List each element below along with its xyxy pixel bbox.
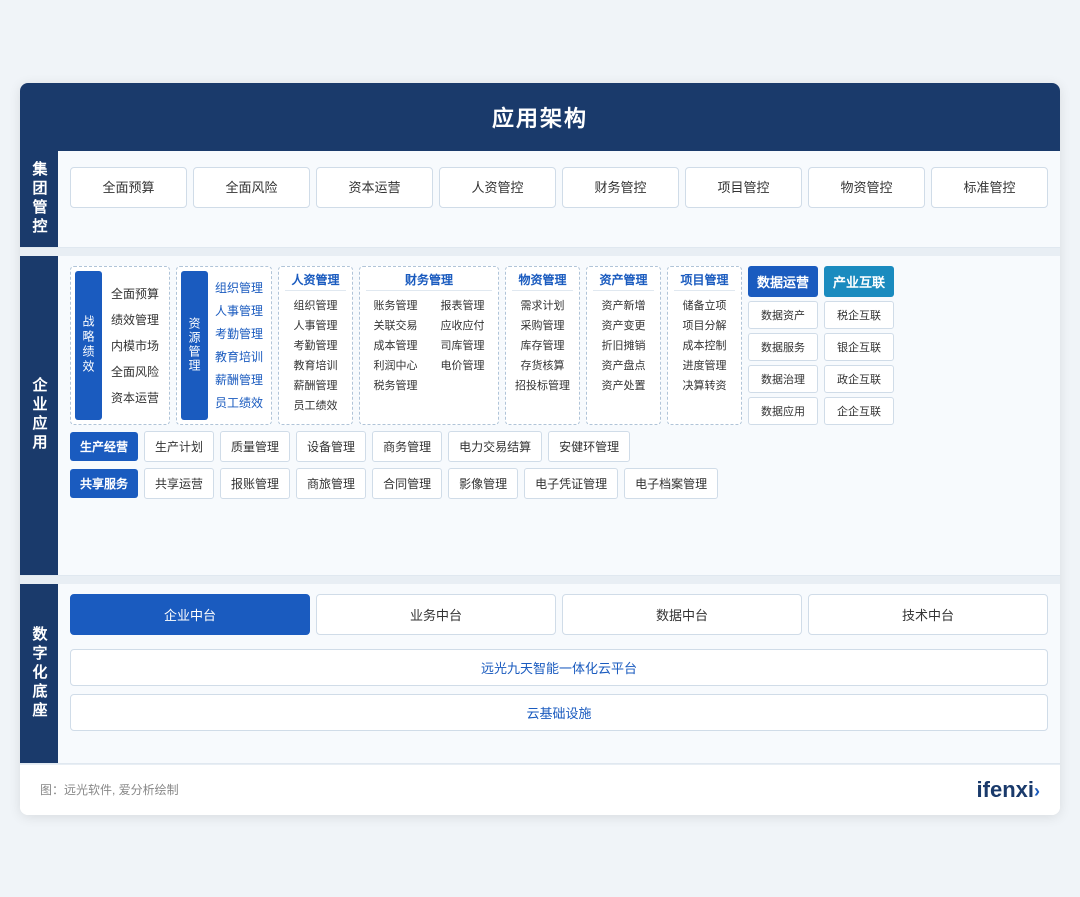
production-row: 生产经营 生产计划 质量管理 设备管理 商务管理 电力交易结算 安健环管理 — [70, 431, 1048, 462]
industry-item-3: 企企互联 — [824, 397, 894, 425]
data-ops-title: 数据运营 — [748, 266, 818, 297]
data-ops-item-1: 数据服务 — [748, 333, 818, 361]
footer: 图：远光软件, 爱分析绘制 ifenxi› — [20, 764, 1060, 815]
production-label: 生产经营 — [70, 432, 138, 461]
gc-item-3: 人资管控 — [439, 167, 556, 209]
industry-col: 产业互联 税企互联 银企互联 政企互联 企企互联 — [824, 266, 894, 425]
strategy-items: 全面预算 绩效管理 内模市场 全面风险 资本运营 — [105, 271, 165, 420]
resource-item-4: 薪酬管理 — [211, 369, 267, 390]
shared-item-0: 共享运营 — [144, 468, 214, 499]
strategy-item-0: 全面预算 — [105, 282, 165, 305]
platform-2: 数据中台 — [562, 594, 802, 635]
strategy-item-4: 资本运营 — [105, 386, 165, 409]
shared-item-2: 商旅管理 — [296, 468, 366, 499]
hr-item-2: 考勤管理 — [285, 335, 346, 355]
group-control-label: 集团管控 — [20, 151, 58, 247]
gc-item-5: 项目管控 — [685, 167, 802, 209]
hr-mgmt-col: 人资管理 组织管理 人事管理 考勤管理 教育培训 薪酬管理 员工绩效 — [278, 266, 353, 425]
shared-item-1: 报账管理 — [220, 468, 290, 499]
enterprise-content: 战略绩效 全面预算 绩效管理 内模市场 全面风险 资本运营 资源管理 组织管理 … — [58, 256, 1060, 575]
gc-item-2: 资本运营 — [316, 167, 433, 209]
strategy-item-3: 全面风险 — [105, 360, 165, 383]
resource-item-3: 教育培训 — [211, 346, 267, 367]
enterprise-section: 企业应用 战略绩效 全面预算 绩效管理 内模市场 全面风险 资本运营 — [20, 256, 1060, 576]
footer-credit: 图：远光软件, 爱分析绘制 — [40, 781, 179, 798]
digital-content: 企业中台 业务中台 数据中台 技术中台 远光九天智能一体化云平台 云基础设施 — [58, 584, 1060, 763]
data-ops-item-2: 数据治理 — [748, 365, 818, 393]
finance-mgmt-title: 财务管理 — [366, 271, 492, 291]
digital-platforms: 企业中台 业务中台 数据中台 技术中台 — [70, 594, 1048, 635]
hr-item-5: 员工绩效 — [285, 395, 346, 415]
industry-item-1: 银企互联 — [824, 333, 894, 361]
digital-section: 数字化底座 企业中台 业务中台 数据中台 技术中台 远光九天智能一体化云平台 云… — [20, 584, 1060, 764]
gc-item-0: 全面预算 — [70, 167, 187, 209]
cloud-platform: 远光九天智能一体化云平台 — [70, 649, 1048, 686]
resource-item-0: 组织管理 — [211, 277, 267, 298]
strategy-item-1: 绩效管理 — [105, 308, 165, 331]
hr-item-0: 组织管理 — [285, 295, 346, 315]
footer-logo: ifenxi› — [977, 777, 1040, 803]
gc-item-6: 物资管控 — [808, 167, 925, 209]
strategy-item-2: 内模市场 — [105, 334, 165, 357]
cloud-infra: 云基础设施 — [70, 694, 1048, 731]
material-mgmt-title: 物资管理 — [512, 271, 573, 291]
shared-item-3: 合同管理 — [372, 468, 442, 499]
platform-3: 技术中台 — [808, 594, 1048, 635]
data-ops-item-3: 数据应用 — [748, 397, 818, 425]
group-control-items: 全面预算 全面风险 资本运营 人资管控 财务管控 项目管控 物资管控 标准管控 — [70, 161, 1048, 215]
industry-item-2: 政企互联 — [824, 365, 894, 393]
project-mgmt-col: 项目管理 储备立项 项目分解 成本控制 进度管理 决算转资 — [667, 266, 742, 425]
main-container: 应用架构 集团管控 全面预算 全面风险 资本运营 人资管控 财务管控 项目管控 … — [20, 83, 1060, 815]
finance-mgmt-col: 财务管理 账务管理 关联交易 成本管理 利润中心 税务管理 报表管理 应收应付 — [359, 266, 499, 425]
group-control-content: 全面预算 全面风险 资本运营 人资管控 财务管控 项目管控 物资管控 标准管控 — [58, 151, 1060, 247]
gc-item-7: 标准管控 — [931, 167, 1048, 209]
platform-1: 业务中台 — [316, 594, 556, 635]
resource-item-2: 考勤管理 — [211, 323, 267, 344]
platform-0: 企业中台 — [70, 594, 310, 635]
shared-item-4: 影像管理 — [448, 468, 518, 499]
prod-item-1: 质量管理 — [220, 431, 290, 462]
resource-label: 资源管理 — [181, 271, 208, 420]
material-mgmt-col: 物资管理 需求计划 采购管理 库存管理 存货核算 招投标管理 — [505, 266, 580, 425]
prod-item-3: 商务管理 — [372, 431, 442, 462]
enterprise-label: 企业应用 — [20, 256, 58, 575]
group-control-section: 集团管控 全面预算 全面风险 资本运营 人资管控 财务管控 项目管控 物资管控 … — [20, 151, 1060, 248]
strategy-label: 战略绩效 — [75, 271, 102, 420]
prod-item-5: 安健环管理 — [548, 431, 630, 462]
data-ops-col: 数据运营 数据资产 数据服务 数据治理 数据应用 — [748, 266, 818, 425]
project-mgmt-title: 项目管理 — [674, 271, 735, 291]
gc-item-4: 财务管控 — [562, 167, 679, 209]
resource-item-1: 人事管理 — [211, 300, 267, 321]
shared-label: 共享服务 — [70, 469, 138, 498]
header-title: 应用架构 — [20, 83, 1060, 151]
prod-item-4: 电力交易结算 — [448, 431, 542, 462]
hr-item-4: 薪酬管理 — [285, 375, 346, 395]
hr-item-3: 教育培训 — [285, 355, 346, 375]
shared-item-5: 电子凭证管理 — [524, 468, 618, 499]
digital-label: 数字化底座 — [20, 584, 58, 763]
industry-title: 产业互联 — [824, 266, 894, 297]
prod-item-2: 设备管理 — [296, 431, 366, 462]
prod-item-0: 生产计划 — [144, 431, 214, 462]
asset-mgmt-title: 资产管理 — [593, 271, 654, 291]
hr-mgmt-title: 人资管理 — [285, 271, 346, 291]
asset-mgmt-col: 资产管理 资产新增 资产变更 折旧摊销 资产盘点 资产处置 — [586, 266, 661, 425]
data-ops-item-0: 数据资产 — [748, 301, 818, 329]
resource-items: 组织管理 人事管理 考勤管理 教育培训 薪酬管理 员工绩效 — [211, 271, 267, 420]
gc-item-1: 全面风险 — [193, 167, 310, 209]
shared-item-6: 电子档案管理 — [624, 468, 718, 499]
hr-item-1: 人事管理 — [285, 315, 346, 335]
industry-item-0: 税企互联 — [824, 301, 894, 329]
shared-row: 共享服务 共享运营 报账管理 商旅管理 合同管理 影像管理 电子凭证管理 电子档… — [70, 468, 1048, 499]
resource-item-5: 员工绩效 — [211, 392, 267, 413]
